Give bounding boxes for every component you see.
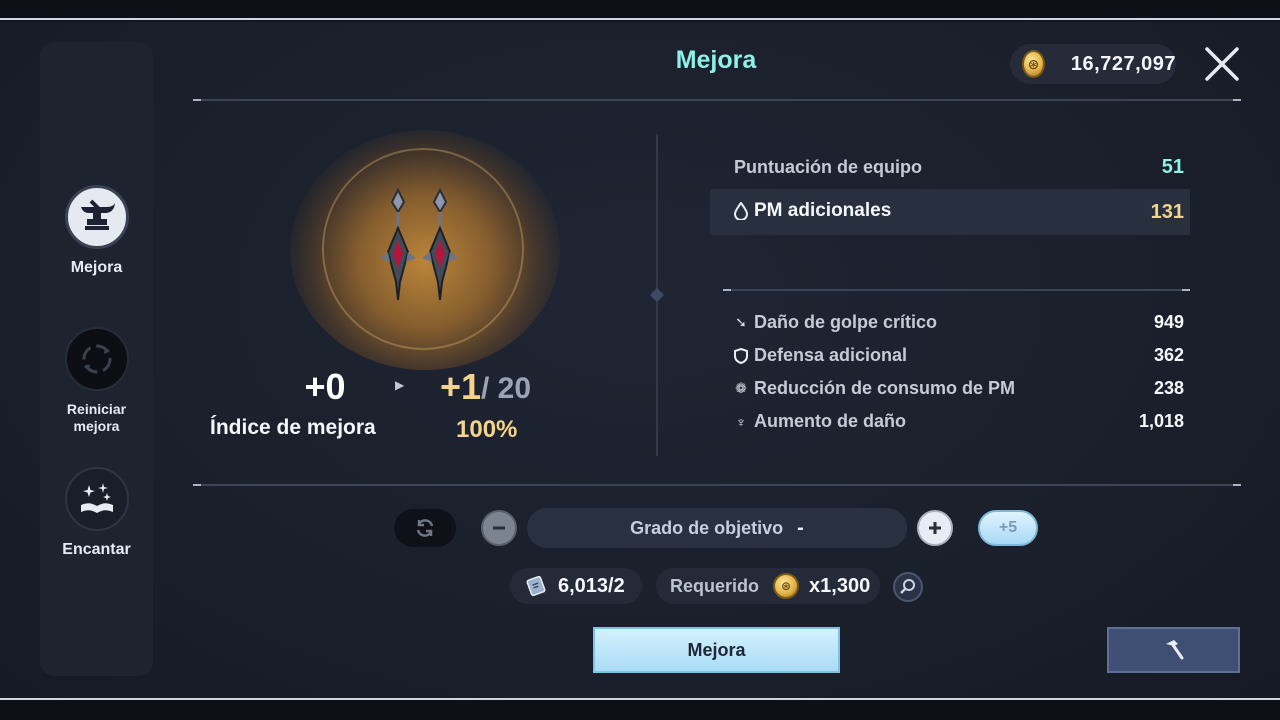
close-button[interactable] bbox=[1202, 44, 1242, 84]
damage-icon: ♆ bbox=[735, 413, 747, 430]
target-grade-label: Grado de objetivo bbox=[630, 517, 784, 538]
sub-stat-row: ➘ Daño de golpe crítico bbox=[732, 312, 937, 333]
sub-stat-row: Defensa adicional bbox=[732, 345, 907, 366]
decrease-button[interactable] bbox=[481, 510, 517, 546]
earring-icon bbox=[380, 187, 458, 301]
sub-stat-label: Daño de golpe crítico bbox=[754, 312, 938, 332]
sidebar-item-enchant[interactable]: Encantar bbox=[40, 467, 153, 558]
scroll-icon bbox=[524, 574, 548, 598]
critical-icon: ➘ bbox=[735, 314, 747, 330]
upgrade-rate-label: Índice de mejora bbox=[210, 416, 376, 439]
upgrade-scroll-count: 6,013/2 bbox=[510, 568, 642, 604]
target-grade-value: - bbox=[797, 516, 804, 539]
max-level: / 20 bbox=[481, 372, 532, 405]
reset-icon bbox=[64, 327, 129, 391]
refresh-button[interactable] bbox=[394, 509, 456, 547]
sidebar-item-label: Mejora bbox=[70, 259, 123, 276]
scroll-count-value: 6,013/2 bbox=[558, 574, 625, 597]
main-stat-value: 131 bbox=[1150, 201, 1184, 223]
stats-divider bbox=[723, 289, 1190, 291]
main-stat-label: PM adicionales bbox=[754, 200, 892, 221]
close-icon bbox=[1205, 47, 1239, 81]
anvil-icon bbox=[64, 185, 129, 249]
sidebar-item-label-line1: Reiniciar bbox=[66, 401, 127, 417]
gold-coin-icon: ⊛ bbox=[773, 573, 800, 599]
equipment-score-value: 51 bbox=[1161, 156, 1184, 178]
gold-coin-icon: ⊛ bbox=[1022, 50, 1045, 78]
next-level: +1 bbox=[440, 366, 482, 407]
sidebar-item-reset[interactable]: Reiniciar mejora bbox=[40, 327, 153, 435]
magnifier-icon bbox=[900, 579, 915, 594]
minus-icon bbox=[493, 526, 505, 530]
search-button[interactable] bbox=[893, 572, 923, 602]
main-stat-row: PM adicionales bbox=[732, 200, 891, 222]
bottom-strip bbox=[0, 698, 1280, 720]
sub-stat-row: ❁ Reducción de consumo de PM bbox=[732, 378, 1015, 399]
hammer-button[interactable] bbox=[1107, 627, 1240, 673]
upgrade-button[interactable]: Mejora bbox=[593, 627, 840, 673]
required-cost: Requerido ⊛ x1,300 bbox=[656, 568, 880, 604]
sub-stat-label: Defensa adicional bbox=[754, 345, 908, 365]
sub-stat-label: Reducción de consumo de PM bbox=[754, 378, 1016, 398]
top-strip bbox=[0, 0, 1280, 20]
equipment-score-row: Puntuación de equipo bbox=[734, 157, 922, 178]
target-grade-selector[interactable]: Grado de objetivo - bbox=[527, 508, 907, 548]
sub-stat-value: 238 bbox=[1153, 378, 1184, 398]
sidebar: Mejora Reiniciar mejora Encantar bbox=[40, 42, 153, 676]
sub-stat-label: Aumento de daño bbox=[754, 411, 906, 431]
sub-stat-value: 362 bbox=[1153, 345, 1184, 365]
page-title: Mejora bbox=[675, 46, 757, 74]
mana-reduction-icon: ❁ bbox=[735, 380, 747, 396]
upgrade-panel bbox=[0, 22, 1280, 698]
equipment-score-label: Puntuación de equipo bbox=[734, 157, 922, 177]
upgrade-rate-value: 100% bbox=[456, 416, 518, 443]
refresh-icon bbox=[416, 519, 434, 537]
increase-button[interactable] bbox=[917, 510, 953, 546]
arrow-right-icon: ▶ bbox=[395, 378, 405, 392]
sub-stat-value: 1,018 bbox=[1138, 411, 1184, 431]
required-value: x1,300 bbox=[809, 574, 871, 597]
enchant-book-icon bbox=[64, 467, 129, 531]
sub-stat-row: ♆ Aumento de daño bbox=[732, 411, 906, 432]
controls-divider bbox=[193, 484, 1241, 486]
current-level: +0 bbox=[304, 366, 346, 407]
sub-stat-value: 949 bbox=[1153, 312, 1184, 332]
plus-icon bbox=[929, 522, 941, 534]
sidebar-item-label: Encantar bbox=[62, 541, 131, 558]
hammer-icon bbox=[1165, 640, 1183, 660]
sidebar-item-label-line2: mejora bbox=[73, 418, 120, 434]
header-divider bbox=[193, 99, 1241, 101]
gold-balance: ⊛ 16,727,097 bbox=[1010, 44, 1176, 84]
gold-amount: 16,727,097 bbox=[1070, 52, 1176, 75]
required-label: Requerido bbox=[670, 575, 760, 596]
sidebar-item-upgrade[interactable]: Mejora bbox=[40, 185, 153, 276]
plus-five-button[interactable]: +5 bbox=[978, 510, 1038, 546]
mana-drop-icon bbox=[732, 202, 750, 220]
shield-icon bbox=[732, 347, 750, 365]
